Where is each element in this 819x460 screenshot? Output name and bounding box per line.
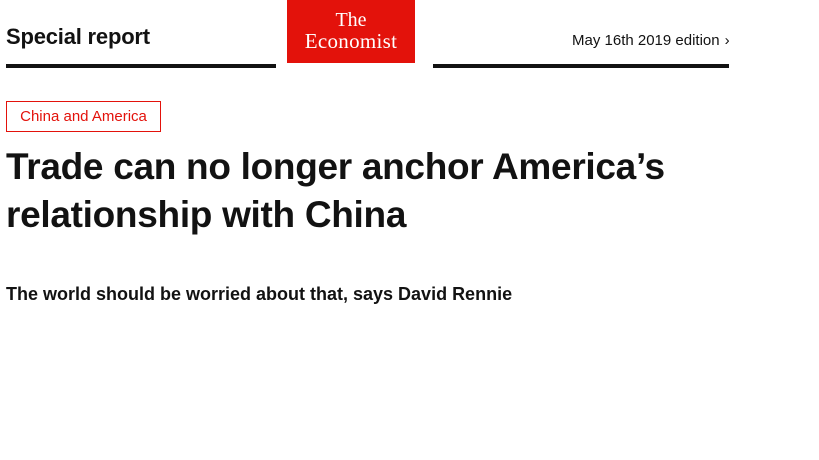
logo-line-the: The — [335, 9, 367, 31]
page-header: Special report The Economist May 16th 20… — [0, 0, 819, 75]
article-subheadline: The world should be worried about that, … — [6, 284, 513, 304]
topic-tag-china-and-america[interactable]: China and America — [6, 101, 161, 132]
edition-link[interactable]: May 16th 2019 edition › — [572, 32, 730, 49]
header-rule-right — [433, 64, 729, 68]
economist-logo[interactable]: The Economist — [287, 0, 415, 63]
edition-label: May 16th 2019 edition — [572, 32, 720, 49]
article-headline: Trade can no longer anchor America’s rel… — [6, 146, 665, 235]
header-rule-left — [6, 64, 276, 68]
logo-line-economist: Economist — [304, 29, 398, 53]
section-title-special-report[interactable]: Special report — [6, 24, 150, 50]
chevron-right-icon: › — [724, 32, 730, 49]
